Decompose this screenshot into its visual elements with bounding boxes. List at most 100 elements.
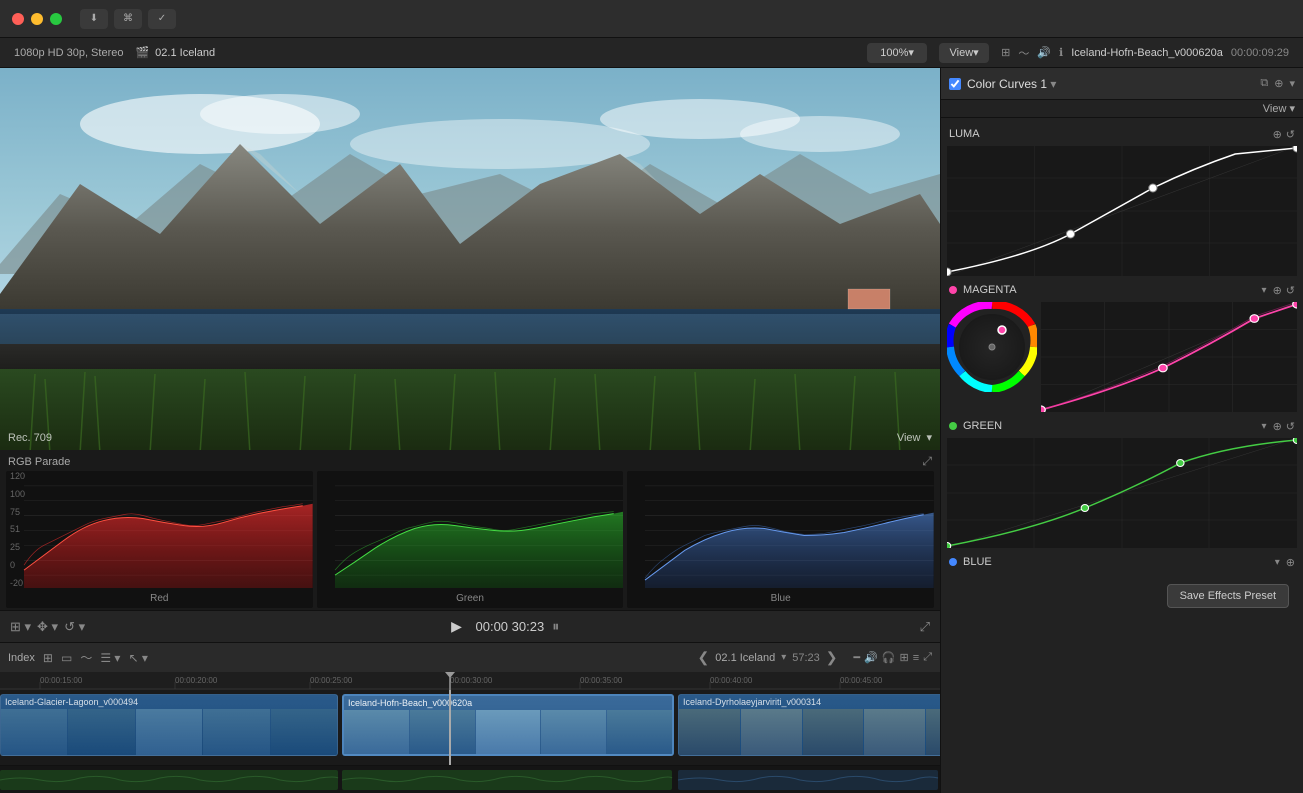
scope-title: RGB Parade bbox=[8, 456, 70, 468]
magenta-reset-icon[interactable]: ↺ bbox=[1286, 284, 1295, 297]
filename-label: Iceland-Hofn-Beach_v000620a bbox=[1071, 47, 1223, 59]
index-btn[interactable]: Index bbox=[8, 652, 35, 664]
fullscreen-button[interactable] bbox=[50, 13, 62, 25]
titlebar-icons: ⬇ ⌘ ✓ bbox=[80, 9, 176, 29]
save-effects-preset-button[interactable]: Save Effects Preset bbox=[1167, 584, 1289, 608]
effect-paste-icon[interactable]: ⊕ bbox=[1274, 77, 1283, 90]
green-curve[interactable] bbox=[947, 438, 1297, 548]
timeline-audio-btn[interactable]: 〜 bbox=[80, 649, 92, 666]
infobar: 1080p HD 30p, Stereo 🎬 02.1 Iceland 100%… bbox=[0, 38, 1303, 68]
view-row: View ▾ bbox=[941, 100, 1303, 118]
right-panel: Color Curves 1 ▾ ⧉ ⊕ ▾ View ▾ LUMA ⊕ ↺ bbox=[940, 68, 1303, 793]
section-blue: BLUE ▾ ⊕ bbox=[941, 550, 1303, 574]
luma-reset-icon[interactable]: ↺ bbox=[1286, 128, 1295, 141]
transport-bar: ⊞ ▾ ✥ ▾ ↺ ▾ ▶ 00:00 30:23 ⏸ ⤢ bbox=[0, 610, 940, 642]
save-preset-container: Save Effects Preset bbox=[941, 576, 1303, 616]
pause-btn[interactable]: ⏸ bbox=[552, 618, 559, 635]
timeline-clip-name: 02.1 Iceland bbox=[715, 652, 775, 664]
right-panel-header: Color Curves 1 ▾ ⧉ ⊕ ▾ bbox=[941, 68, 1303, 100]
view-mode-btn[interactable]: ⊞ ▾ bbox=[10, 619, 31, 635]
tl-audio-mute[interactable]: 🎧 bbox=[882, 651, 896, 664]
magenta-dot bbox=[949, 286, 957, 294]
color-space-label: Rec. 709 bbox=[8, 432, 52, 444]
info-icon: ℹ bbox=[1059, 46, 1063, 59]
fullscreen-btn[interactable]: ⤢ bbox=[920, 619, 930, 635]
green-dropdown[interactable]: ▾ bbox=[1262, 421, 1267, 432]
main-area: Rec. 709 View ▾ RGB Parade ⤢ 12010075512… bbox=[0, 68, 1303, 793]
effect-enable-checkbox[interactable] bbox=[949, 78, 961, 90]
timecode-display: 00:00 30:23 bbox=[476, 619, 545, 634]
timecode-label: 00:00:09:29 bbox=[1231, 47, 1289, 59]
timeline-prev-btn[interactable]: ❮ bbox=[698, 649, 710, 666]
close-button[interactable] bbox=[12, 13, 24, 25]
effect-copy-icon[interactable]: ⧉ bbox=[1260, 77, 1268, 90]
view-dropdown[interactable]: View ▾ bbox=[939, 43, 989, 63]
view-btn[interactable]: View bbox=[897, 432, 921, 444]
panel-view-btn[interactable]: View ▾ bbox=[1263, 102, 1295, 115]
tl-expand-btn[interactable]: ⤢ bbox=[923, 651, 932, 664]
timeline-clip-btn[interactable]: ▭ bbox=[61, 651, 72, 665]
luma-section-name: LUMA bbox=[949, 128, 1267, 140]
timeline-clip-dropdown[interactable]: ▾ bbox=[781, 652, 786, 663]
download-icon[interactable]: ⬇ bbox=[80, 9, 108, 29]
tl-settings-btn[interactable]: ≡ bbox=[913, 652, 919, 664]
effect-more-icon[interactable]: ▾ bbox=[1289, 77, 1295, 90]
magenta-dropdown[interactable]: ▾ bbox=[1262, 285, 1267, 296]
color-sections: LUMA ⊕ ↺ bbox=[941, 118, 1303, 793]
tool-btn[interactable]: ✥ ▾ bbox=[37, 619, 58, 635]
scope-green: Green bbox=[317, 471, 624, 608]
blue-eyedropper-icon[interactable]: ⊕ bbox=[1286, 556, 1295, 569]
clip-icon: 🎬 bbox=[135, 46, 149, 59]
play-button[interactable]: ▶ bbox=[446, 616, 468, 638]
color-wheel[interactable] bbox=[947, 302, 1037, 392]
scope-expand-icon[interactable]: ⤢ bbox=[922, 454, 932, 469]
view-label-overlay: View ▾ bbox=[897, 431, 932, 444]
video-preview[interactable]: Rec. 709 View ▾ bbox=[0, 68, 940, 450]
blue-section-name: BLUE bbox=[963, 556, 1269, 568]
green-tools: ⊕ ↺ bbox=[1273, 420, 1295, 433]
effect-dropdown-icon[interactable]: ▾ bbox=[1050, 77, 1056, 91]
green-eyedropper-icon[interactable]: ⊕ bbox=[1273, 420, 1282, 433]
scope-green-label: Green bbox=[456, 593, 484, 604]
svg-text:00:00:15:00: 00:00:15:00 bbox=[40, 676, 83, 685]
magenta-curve[interactable] bbox=[1041, 302, 1297, 412]
clip-1[interactable]: Iceland-Glacier-Lagoon_v000494 bbox=[0, 694, 338, 756]
timeline-ruler[interactable]: 00:00:15:00 00:00:20:00 00:00:25:00 00:0… bbox=[0, 672, 940, 690]
clip-info: 🎬 02.1 Iceland bbox=[135, 46, 215, 59]
luma-eyedropper-icon[interactable]: ⊕ bbox=[1273, 128, 1282, 141]
blue-tools: ⊕ bbox=[1286, 556, 1295, 569]
zoom-select[interactable]: 100% ▾ bbox=[867, 43, 927, 63]
timeline-clips[interactable]: Iceland-Glacier-Lagoon_v000494 Iceland-H… bbox=[0, 690, 940, 765]
scope-yaxis-red: 1201007551250-20 bbox=[10, 471, 25, 588]
undo-btn[interactable]: ↺ ▾ bbox=[64, 619, 85, 635]
magenta-eyedropper-icon[interactable]: ⊕ bbox=[1273, 284, 1282, 297]
clip-2-selected[interactable]: Iceland-Hofn-Beach_v000620a bbox=[342, 694, 674, 756]
green-section-name: GREEN bbox=[963, 420, 1256, 432]
tl-view-btn[interactable]: ⊞ bbox=[900, 651, 909, 664]
transport-left: ⊞ ▾ ✥ ▾ ↺ ▾ bbox=[10, 619, 85, 635]
timeline-layout-btn[interactable]: ⊞ bbox=[43, 651, 53, 665]
transport-center: ▶ 00:00 30:23 ⏸ bbox=[446, 616, 560, 638]
playhead-line bbox=[449, 690, 451, 765]
timeline-list-btn[interactable]: ☰ ▾ bbox=[100, 651, 120, 665]
tl-zoom-in[interactable]: 🔊 bbox=[864, 651, 878, 664]
green-reset-icon[interactable]: ↺ bbox=[1286, 420, 1295, 433]
scope-blue: Blue bbox=[627, 471, 934, 608]
section-magenta: MAGENTA ▾ ⊕ ↺ bbox=[941, 278, 1303, 412]
timeline-next-btn[interactable]: ❯ bbox=[826, 649, 838, 666]
tl-zoom-out[interactable]: ━ bbox=[854, 651, 861, 664]
clip-name-label: 02.1 Iceland bbox=[155, 47, 215, 59]
scope-blue-label: Blue bbox=[771, 593, 791, 604]
key-icon[interactable]: ⌘ bbox=[114, 9, 142, 29]
timeline-select-btn[interactable]: ↖ ▾ bbox=[128, 651, 147, 665]
check-icon[interactable]: ✓ bbox=[148, 9, 176, 29]
luma-curve[interactable] bbox=[947, 146, 1297, 276]
luma-tools: ⊕ ↺ bbox=[1273, 128, 1295, 141]
svg-text:00:00:25:00: 00:00:25:00 bbox=[310, 676, 353, 685]
clip-3[interactable]: Iceland-Dyrholaeyjarviriti_v000314 bbox=[678, 694, 940, 756]
minimize-button[interactable] bbox=[31, 13, 43, 25]
section-green-header: GREEN ▾ ⊕ ↺ bbox=[941, 414, 1303, 438]
blue-dropdown[interactable]: ▾ bbox=[1275, 557, 1280, 568]
scopes-container: 1201007551250-20 bbox=[6, 471, 934, 608]
svg-text:00:00:30:00: 00:00:30:00 bbox=[450, 676, 493, 685]
